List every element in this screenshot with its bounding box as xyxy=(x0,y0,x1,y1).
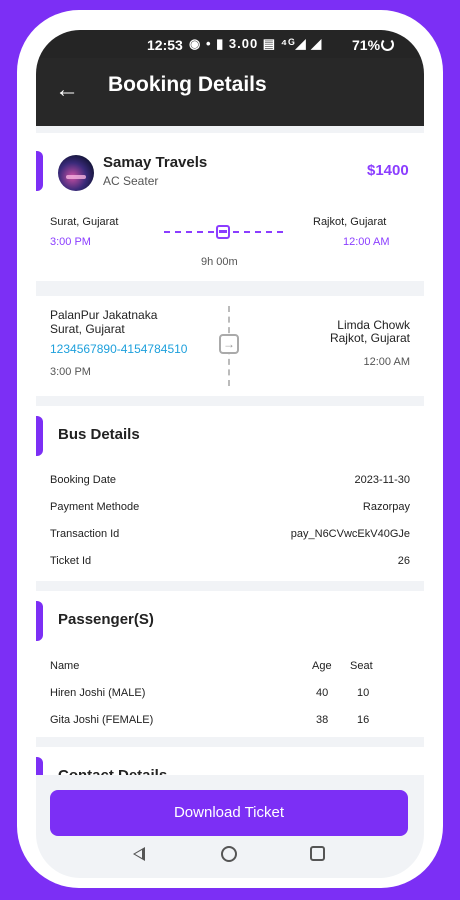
from-city: Surat, Gujarat xyxy=(50,216,119,228)
boarding-city: Surat, Gujarat xyxy=(50,322,125,336)
system-nav-bar xyxy=(36,842,424,878)
app-screen: 12:53 ◉ • ▮ 3.00 ▤ ⁴ᴳ◢ ◢ 71% ← Booking D… xyxy=(36,30,424,878)
status-bar: 12:53 ◉ • ▮ 3.00 ▤ ⁴ᴳ◢ ◢ 71% xyxy=(36,30,424,58)
page-title: Booking Details xyxy=(108,73,267,96)
journey-card: Samay Travels AC Seater $1400 Surat, Guj… xyxy=(36,133,424,281)
detail-value: Razorpay xyxy=(362,501,410,513)
drop-point: Limda Chowk xyxy=(337,318,410,332)
passengers-card: Passenger(S) Name Age Seat Hiren Joshi (… xyxy=(36,591,424,737)
download-ticket-button[interactable]: Download Ticket xyxy=(50,790,408,836)
column-header-name: Name xyxy=(50,660,80,672)
status-icons: ◉ • ▮ 3.00 ▤ ⁴ᴳ◢ ◢ xyxy=(189,36,323,51)
route-line-left xyxy=(164,231,214,233)
column-header-age: Age xyxy=(312,660,332,672)
back-arrow-icon[interactable]: ← xyxy=(55,78,79,102)
operator-name: Samay Travels xyxy=(103,154,208,171)
passenger-seat: 16 xyxy=(357,714,370,726)
section-title: Contact Details xyxy=(58,767,167,775)
app-bar: ← Booking Details xyxy=(36,58,424,126)
ticket-price: $1400 xyxy=(367,162,409,179)
passenger-seat: 10 xyxy=(357,687,370,699)
accent-bar xyxy=(36,151,43,191)
detail-label: Ticket Id xyxy=(50,555,92,567)
route-line-right xyxy=(233,231,283,233)
detail-label: Payment Methode xyxy=(50,501,140,513)
detail-value: 2023-11-30 xyxy=(354,474,410,486)
section-title: Passenger(S) xyxy=(58,611,154,628)
nav-back-icon[interactable] xyxy=(133,847,145,861)
contact-card: Contact Details xyxy=(36,747,424,775)
battery-ring-icon xyxy=(381,38,394,51)
nav-home-icon[interactable] xyxy=(221,846,237,862)
drop-city: Rajkot, Gujarat xyxy=(329,331,410,345)
passenger-name: Gita Joshi (FEMALE) xyxy=(50,714,154,726)
accent-bar xyxy=(36,416,43,456)
nav-recents-icon[interactable] xyxy=(310,846,325,861)
detail-label: Transaction Id xyxy=(50,528,120,540)
accent-bar xyxy=(36,757,43,775)
phone-frame: 12:53 ◉ • ▮ 3.00 ▤ ⁴ᴳ◢ ◢ 71% ← Booking D… xyxy=(17,10,443,888)
from-time: 3:00 PM xyxy=(50,236,91,248)
boarding-time: 3:00 PM xyxy=(50,366,91,378)
section-title: Bus Details xyxy=(58,426,140,443)
boarding-point: PalanPur Jakatnaka xyxy=(50,308,158,322)
bus-icon xyxy=(216,225,230,239)
status-time: 12:53 xyxy=(147,37,183,53)
battery-level: 71% xyxy=(352,37,381,53)
duration: 9h 00m xyxy=(201,256,238,268)
to-time: 12:00 AM xyxy=(343,236,390,248)
detail-value: pay_N6CVwcEkV40GJe xyxy=(290,528,410,540)
column-header-seat: Seat xyxy=(350,660,373,672)
detail-value: 26 xyxy=(397,555,410,567)
arrow-right-icon: → xyxy=(219,334,239,354)
passenger-name: Hiren Joshi (MALE) xyxy=(50,687,146,699)
bus-details-card: Bus Details Booking Date 2023-11-30 Paym… xyxy=(36,406,424,581)
to-city: Rajkot, Gujarat xyxy=(313,216,387,228)
operator-avatar xyxy=(58,155,94,191)
detail-label: Booking Date xyxy=(50,474,117,486)
boarding-phone[interactable]: 1234567890-4154784510 xyxy=(50,342,187,356)
bus-type: AC Seater xyxy=(103,174,159,188)
drop-time: 12:00 AM xyxy=(363,356,410,368)
passenger-age: 38 xyxy=(316,714,329,726)
points-card: PalanPur Jakatnaka Surat, Gujarat 123456… xyxy=(36,296,424,396)
accent-bar xyxy=(36,601,43,641)
passenger-age: 40 xyxy=(316,687,329,699)
